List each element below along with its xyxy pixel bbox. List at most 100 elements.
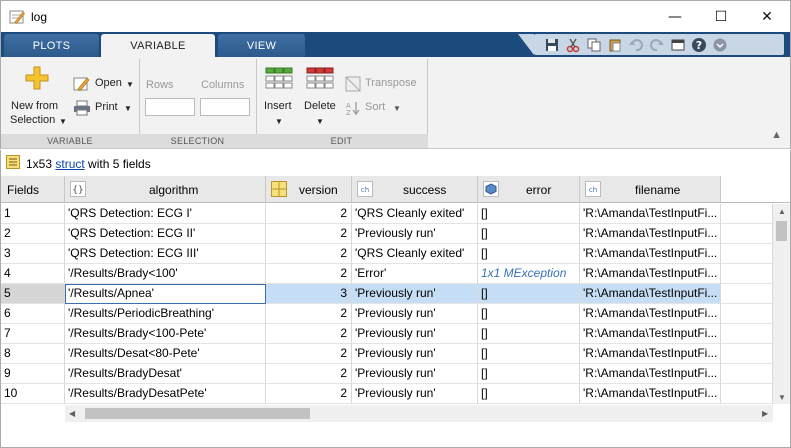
cell-filename[interactable]: 'R:\Amanda\TestInputFi... bbox=[580, 344, 721, 364]
cell-version[interactable]: 2 bbox=[266, 244, 352, 264]
cell-success[interactable]: 'Previously run' bbox=[352, 364, 478, 384]
row-number[interactable]: 6 bbox=[1, 304, 65, 324]
cell-algorithm[interactable]: 'QRS Detection: ECG I' bbox=[65, 204, 266, 224]
column-header-version[interactable]: version bbox=[266, 176, 352, 203]
cell-error[interactable]: [] bbox=[478, 384, 580, 404]
row-number[interactable]: 9 bbox=[1, 364, 65, 384]
scroll-right-icon[interactable]: ▶ bbox=[762, 409, 768, 418]
vertical-scroll-thumb[interactable] bbox=[776, 221, 787, 241]
tab-view[interactable]: VIEW bbox=[218, 34, 305, 57]
close-button[interactable]: ✕ bbox=[744, 1, 790, 33]
cell-algorithm[interactable]: '/Results/Brady<100' bbox=[65, 264, 266, 284]
cell-filename[interactable]: 'R:\Amanda\TestInputFi... bbox=[580, 324, 721, 344]
cell-version[interactable]: 2 bbox=[266, 224, 352, 244]
cell-success[interactable]: 'QRS Cleanly exited' bbox=[352, 244, 478, 264]
print-button[interactable]: Print ▼ bbox=[73, 99, 137, 117]
cell-error[interactable]: [] bbox=[478, 344, 580, 364]
column-header-success[interactable]: ch success bbox=[352, 176, 478, 203]
cell-success[interactable]: 'Previously run' bbox=[352, 324, 478, 344]
scroll-up-icon[interactable]: ▲ bbox=[778, 207, 786, 216]
transpose-button[interactable]: Transpose bbox=[345, 75, 423, 93]
cell-version[interactable]: 2 bbox=[266, 324, 352, 344]
cell-success[interactable]: 'Previously run' bbox=[352, 344, 478, 364]
cell-filename[interactable]: 'R:\Amanda\TestInputFi... bbox=[580, 304, 721, 324]
cell-version[interactable]: 2 bbox=[266, 204, 352, 224]
cell-filename[interactable]: 'R:\Amanda\TestInputFi... bbox=[580, 204, 721, 224]
options-icon[interactable] bbox=[712, 37, 728, 53]
cell-algorithm[interactable]: '/Results/BradyDesatPete' bbox=[65, 384, 266, 404]
cell-algorithm[interactable]: '/Results/PeriodicBreathing' bbox=[65, 304, 266, 324]
cell-success[interactable]: 'Previously run' bbox=[352, 224, 478, 244]
collapse-ribbon-icon[interactable]: ▲ bbox=[771, 129, 782, 141]
minimize-button[interactable]: — bbox=[652, 1, 698, 33]
insert-button[interactable]: Insert ▼ bbox=[261, 65, 297, 131]
cell-filename[interactable]: 'R:\Amanda\TestInputFi... bbox=[580, 284, 721, 304]
help-icon[interactable]: ? bbox=[691, 37, 707, 53]
cell-filename[interactable]: 'R:\Amanda\TestInputFi... bbox=[580, 224, 721, 244]
maximize-button[interactable]: ☐ bbox=[698, 1, 744, 33]
tab-plots[interactable]: PLOTS bbox=[4, 34, 99, 57]
cell-algorithm[interactable]: '/Results/Brady<100-Pete' bbox=[65, 324, 266, 344]
rows-input[interactable] bbox=[145, 98, 195, 116]
cell-success[interactable]: 'Previously run' bbox=[352, 384, 478, 404]
cell-error[interactable]: [] bbox=[478, 324, 580, 344]
cell-algorithm[interactable]: 'QRS Detection: ECG II' bbox=[65, 224, 266, 244]
cell-version[interactable]: 3 bbox=[266, 284, 352, 304]
tab-variable[interactable]: VARIABLE bbox=[101, 34, 215, 57]
paste-icon[interactable] bbox=[607, 37, 623, 53]
cell-algorithm[interactable]: '/Results/BradyDesat' bbox=[65, 364, 266, 384]
cell-algorithm[interactable]: '/Results/Apnea' bbox=[65, 284, 266, 304]
cell-filename[interactable]: 'R:\Amanda\TestInputFi... bbox=[580, 244, 721, 264]
cell-version[interactable]: 2 bbox=[266, 264, 352, 284]
cell-error[interactable]: 1x1 MException bbox=[478, 264, 580, 284]
scroll-left-icon[interactable]: ◀ bbox=[69, 409, 75, 418]
vertical-scrollbar[interactable]: ▲ ▼ bbox=[773, 204, 790, 404]
columns-input[interactable] bbox=[200, 98, 250, 116]
chevron-down-icon: ▼ bbox=[59, 117, 67, 126]
cell-success[interactable]: 'Previously run' bbox=[352, 284, 478, 304]
horizontal-scroll-thumb[interactable] bbox=[85, 408, 310, 419]
column-header-filename[interactable]: ch filename bbox=[580, 176, 721, 203]
cell-success[interactable]: 'Error' bbox=[352, 264, 478, 284]
scroll-down-icon[interactable]: ▼ bbox=[778, 393, 786, 402]
row-number[interactable]: 1 bbox=[1, 204, 65, 224]
window-icon[interactable] bbox=[670, 37, 686, 53]
cell-error[interactable]: [] bbox=[478, 244, 580, 264]
row-number[interactable]: 3 bbox=[1, 244, 65, 264]
cell-error[interactable]: [] bbox=[478, 224, 580, 244]
new-from-selection-button[interactable]: New from Selection ▼ bbox=[5, 63, 67, 131]
cell-algorithm[interactable]: 'QRS Detection: ECG III' bbox=[65, 244, 266, 264]
row-number[interactable]: 4 bbox=[1, 264, 65, 284]
cell-version[interactable]: 2 bbox=[266, 304, 352, 324]
cell-filename[interactable]: 'R:\Amanda\TestInputFi... bbox=[580, 384, 721, 404]
column-header-algorithm[interactable]: {} algorithm bbox=[65, 176, 266, 203]
row-number[interactable]: 7 bbox=[1, 324, 65, 344]
cell-filename[interactable]: 'R:\Amanda\TestInputFi... bbox=[580, 364, 721, 384]
cell-error[interactable]: [] bbox=[478, 304, 580, 324]
save-icon[interactable] bbox=[544, 37, 560, 53]
redo-icon[interactable] bbox=[649, 37, 665, 53]
cell-algorithm[interactable]: '/Results/Desat<80-Pete' bbox=[65, 344, 266, 364]
row-number[interactable]: 5 bbox=[1, 284, 65, 304]
cell-filename[interactable]: 'R:\Amanda\TestInputFi... bbox=[580, 264, 721, 284]
cell-error[interactable]: [] bbox=[478, 364, 580, 384]
struct-link[interactable]: struct bbox=[55, 157, 84, 171]
cell-error[interactable]: [] bbox=[478, 204, 580, 224]
row-number[interactable]: 2 bbox=[1, 224, 65, 244]
cell-success[interactable]: 'QRS Cleanly exited' bbox=[352, 204, 478, 224]
delete-button[interactable]: Delete ▼ bbox=[301, 65, 339, 131]
undo-icon[interactable] bbox=[628, 37, 644, 53]
cell-version[interactable]: 2 bbox=[266, 364, 352, 384]
copy-icon[interactable] bbox=[586, 37, 602, 53]
cut-icon[interactable] bbox=[565, 37, 581, 53]
row-number[interactable]: 8 bbox=[1, 344, 65, 364]
cell-error[interactable]: [] bbox=[478, 284, 580, 304]
open-button[interactable]: Open ▼ bbox=[73, 75, 137, 93]
cell-version[interactable]: 2 bbox=[266, 344, 352, 364]
row-number[interactable]: 10 bbox=[1, 384, 65, 404]
horizontal-scrollbar[interactable]: ◀ ▶ bbox=[65, 405, 773, 422]
cell-success[interactable]: 'Previously run' bbox=[352, 304, 478, 324]
sort-button[interactable]: AZ Sort ▼ bbox=[345, 99, 405, 117]
cell-version[interactable]: 2 bbox=[266, 384, 352, 404]
column-header-error[interactable]: error bbox=[478, 176, 580, 203]
